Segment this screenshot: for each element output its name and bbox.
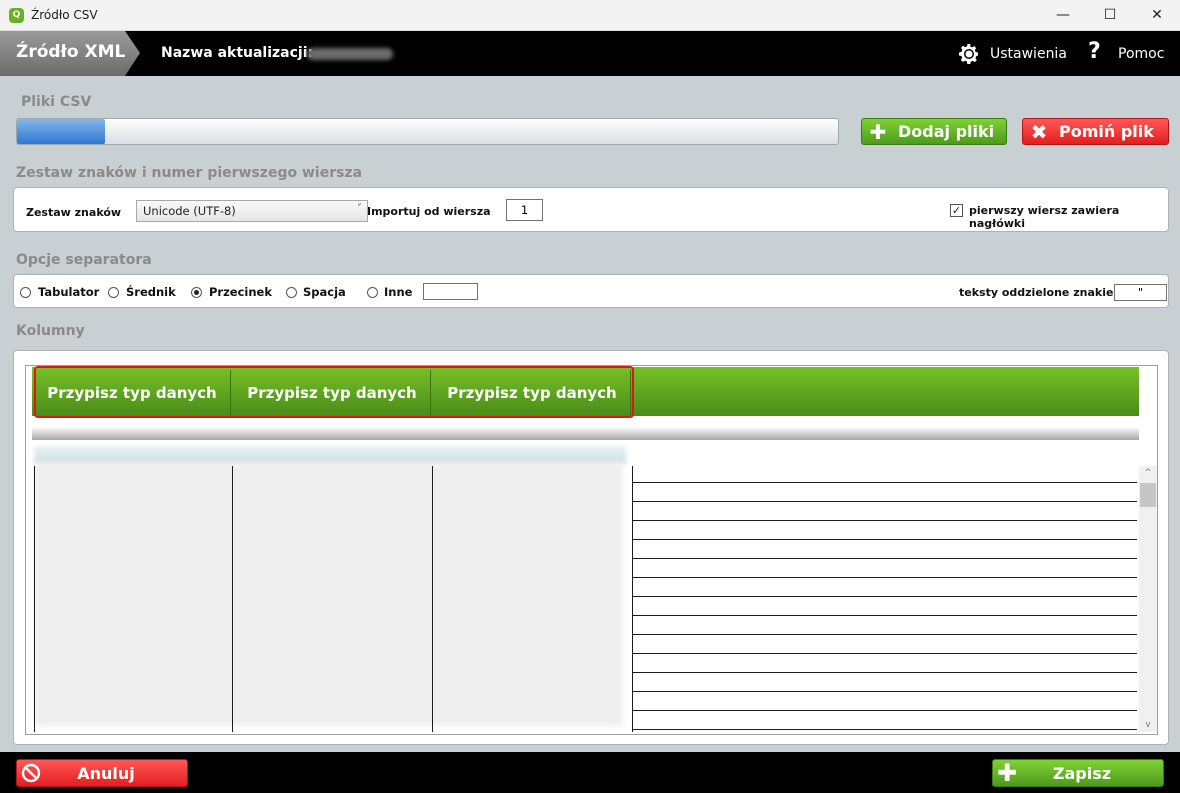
plus-icon: ✚ xyxy=(997,759,1018,787)
radio-semicolon-label: Średnik xyxy=(126,285,176,299)
grid-row-line xyxy=(632,634,1137,635)
grid-row-line xyxy=(632,558,1137,559)
charset-select[interactable]: Unicode (UTF-8) ˅ xyxy=(136,200,368,222)
separator-section-title: Opcje separatora xyxy=(16,252,152,268)
separator-panel: Tabulator Średnik Przecinek Spacja Inne … xyxy=(13,274,1169,308)
import-from-label: Importuj od wiersza xyxy=(367,205,491,218)
csv-files-title: Pliki CSV xyxy=(21,94,92,110)
main-area: Pliki CSV ✚ Dodaj pliki ✖ Pomiń plik Zes… xyxy=(0,76,1180,752)
radio-semicolon[interactable] xyxy=(108,287,119,298)
grid-vertical-scrollbar[interactable]: ^ v xyxy=(1139,466,1157,732)
column-data-blurred xyxy=(34,464,622,726)
help-icon[interactable]: ? xyxy=(1088,39,1101,64)
columns-section-title: Kolumny xyxy=(16,323,85,339)
update-name-value-blurred xyxy=(307,48,393,60)
app-footer: Anuluj ✚ Zapisz xyxy=(0,752,1180,793)
radio-tab-label: Tabulator xyxy=(38,285,100,299)
grid-row-line xyxy=(632,501,1137,502)
grid-row-line xyxy=(632,520,1137,521)
grid-col-divider xyxy=(432,466,433,732)
plus-icon: ✚ xyxy=(869,119,887,144)
radio-comma[interactable] xyxy=(191,287,202,298)
window-title: Źródło CSV xyxy=(31,8,98,22)
radio-other-label: Inne xyxy=(384,285,413,299)
grid-row-line xyxy=(632,653,1137,654)
grid-row-line xyxy=(632,577,1137,578)
update-name-label: Nazwa aktualizacji: xyxy=(161,45,314,61)
charset-panel: Zestaw znaków Unicode (UTF-8) ˅ Importuj… xyxy=(13,187,1169,232)
app-header: Źródło XML Nazwa aktualizacji: Ustawieni… xyxy=(0,31,1180,76)
close-window-button[interactable]: ✕ xyxy=(1134,0,1180,31)
csv-file-progress xyxy=(16,118,839,145)
grid-row-line xyxy=(632,615,1137,616)
window-titlebar: Q Źródło CSV — ☐ ✕ xyxy=(0,0,1180,31)
gear-icon[interactable] xyxy=(957,42,981,66)
cancel-label: Anuluj xyxy=(77,763,135,783)
help-link[interactable]: Pomoc xyxy=(1118,46,1164,62)
app-icon: Q xyxy=(9,8,24,23)
source-tab-label: Źródło XML xyxy=(16,42,126,62)
radio-comma-label: Przecinek xyxy=(209,285,272,299)
cancel-button[interactable]: Anuluj xyxy=(16,759,188,787)
text-qualifier-input[interactable]: " xyxy=(1114,284,1167,301)
radio-other[interactable] xyxy=(367,287,378,298)
header-row-checkbox-label: pierwszy wiersz zawiera nagłówki xyxy=(969,204,1120,230)
chevron-down-icon: ˅ xyxy=(357,203,362,214)
close-icon: ✖ xyxy=(1030,119,1048,144)
header-row-checkbox[interactable]: ✓ xyxy=(950,204,963,217)
add-files-label: Dodaj pliki xyxy=(898,122,995,141)
no-entry-icon xyxy=(21,763,41,783)
grid-row-line xyxy=(632,691,1137,692)
grid-col-divider xyxy=(632,466,633,732)
scroll-thumb[interactable] xyxy=(1140,483,1156,507)
grid-col-divider xyxy=(232,466,233,732)
column-headers-blurred xyxy=(34,446,626,464)
grid-col-divider xyxy=(34,466,35,732)
grid-row-line xyxy=(632,729,1137,730)
columns-grid: Przypisz typ danych Przypisz typ danych … xyxy=(25,365,1158,735)
settings-link[interactable]: Ustawienia xyxy=(990,46,1067,62)
grid-row-line xyxy=(632,482,1137,483)
columns-panel: Przypisz typ danych Przypisz typ danych … xyxy=(13,350,1169,745)
grid-row-line xyxy=(632,710,1137,711)
scroll-down-icon[interactable]: v xyxy=(1139,718,1157,732)
charset-label: Zestaw znaków xyxy=(26,206,122,219)
grid-row-line xyxy=(632,539,1137,540)
grid-row-line xyxy=(632,596,1137,597)
csv-file-progress-fill xyxy=(17,119,105,144)
scroll-up-icon[interactable]: ^ xyxy=(1139,466,1157,480)
grid-row-line xyxy=(632,672,1137,673)
assign-type-button-2[interactable]: Przypisz typ danych xyxy=(234,370,431,416)
skip-file-button[interactable]: ✖ Pomiń plik xyxy=(1022,118,1169,145)
radio-space-label: Spacja xyxy=(303,285,346,299)
charset-select-value: Unicode (UTF-8) xyxy=(143,204,236,218)
skip-file-label: Pomiń plik xyxy=(1059,122,1154,141)
radio-space[interactable] xyxy=(286,287,297,298)
radio-tab[interactable] xyxy=(20,287,31,298)
add-files-button[interactable]: ✚ Dodaj pliki xyxy=(861,118,1007,145)
column-type-bar: Przypisz typ danych Przypisz typ danych … xyxy=(32,367,1139,416)
text-qualifier-label: teksty oddzielone znakiem xyxy=(959,286,1125,299)
other-separator-input[interactable] xyxy=(423,283,478,300)
assign-type-button-3[interactable]: Przypisz typ danych xyxy=(434,370,631,416)
maximize-button[interactable]: ☐ xyxy=(1087,0,1133,31)
assign-type-button-1[interactable]: Przypisz typ danych xyxy=(34,370,231,416)
import-from-row-input[interactable]: 1 xyxy=(506,199,543,221)
minimize-button[interactable]: — xyxy=(1040,0,1086,31)
charset-section-title: Zestaw znaków i numer pierwszego wiersza xyxy=(16,165,363,181)
save-button[interactable]: ✚ Zapisz xyxy=(992,759,1164,787)
save-label: Zapisz xyxy=(1052,763,1112,783)
grid-header-strip xyxy=(32,428,1139,440)
